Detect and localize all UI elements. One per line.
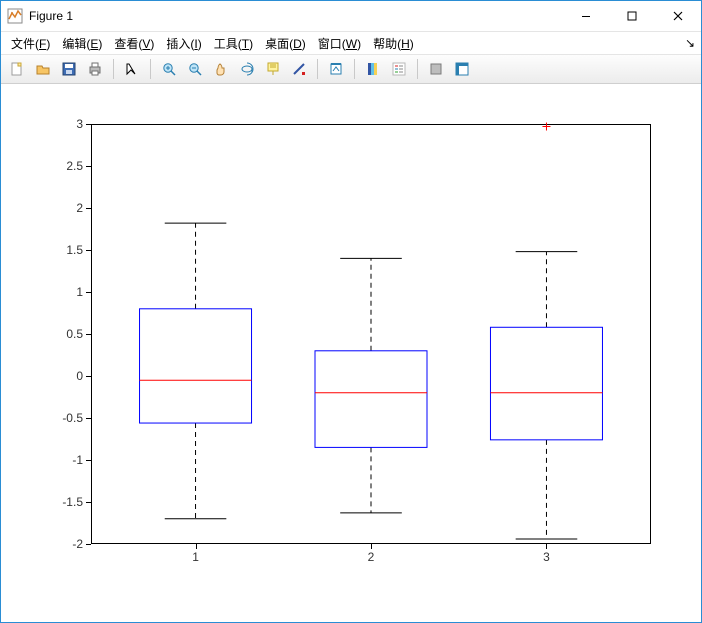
show-plot-tools-button[interactable] [450, 57, 474, 81]
menu-help-label: 帮助(H) [373, 37, 414, 51]
menu-window[interactable]: 窗口(W) [312, 33, 367, 54]
colorbar-button[interactable] [361, 57, 385, 81]
toolbar-separator [354, 59, 355, 79]
close-button[interactable] [655, 1, 701, 31]
dock-arrow-icon[interactable]: ↘ [685, 36, 695, 50]
maximize-button[interactable] [609, 1, 655, 31]
menu-bar: 文件(F) 编辑(E) 查看(V) 插入(I) 工具(T) 桌面(D) 窗口(W… [1, 32, 701, 55]
box [490, 327, 602, 440]
hide-plot-tools-button[interactable] [424, 57, 448, 81]
outlier-marker [542, 123, 550, 131]
menu-tools-label: 工具(T) [214, 37, 253, 51]
legend-button[interactable] [387, 57, 411, 81]
menu-tools[interactable]: 工具(T) [208, 33, 259, 54]
toolbar-separator [113, 59, 114, 79]
menu-view-label: 查看(V) [114, 37, 154, 51]
open-button[interactable] [31, 57, 55, 81]
new-figure-button[interactable] [5, 57, 29, 81]
menu-help[interactable]: 帮助(H) [367, 33, 420, 54]
print-button[interactable] [83, 57, 107, 81]
edit-plot-button[interactable] [120, 57, 144, 81]
menu-view[interactable]: 查看(V) [108, 33, 160, 54]
toolbar-separator [317, 59, 318, 79]
box [315, 351, 427, 448]
menu-edit-label: 编辑(E) [62, 37, 102, 51]
link-plot-button[interactable] [324, 57, 348, 81]
window-title: Figure 1 [29, 9, 73, 23]
menu-file[interactable]: 文件(F) [5, 33, 56, 54]
rotate-3d-button[interactable] [235, 57, 259, 81]
figure-area[interactable]: -2-1.5-1-0.500.511.522.53123 [1, 84, 701, 622]
menu-edit[interactable]: 编辑(E) [56, 33, 108, 54]
toolbar-separator [417, 59, 418, 79]
brush-button[interactable] [287, 57, 311, 81]
data-cursor-button[interactable] [261, 57, 285, 81]
zoom-out-button[interactable] [183, 57, 207, 81]
minimize-button[interactable] [563, 1, 609, 31]
menu-insert-label: 插入(I) [166, 37, 201, 51]
menu-file-label: 文件(F) [11, 37, 50, 51]
menu-insert[interactable]: 插入(I) [160, 33, 207, 54]
menu-window-label: 窗口(W) [318, 37, 361, 51]
save-button[interactable] [57, 57, 81, 81]
zoom-in-button[interactable] [157, 57, 181, 81]
menu-desktop-label: 桌面(D) [265, 37, 306, 51]
box [140, 309, 252, 423]
title-bar: Figure 1 [1, 1, 701, 32]
toolbar [1, 55, 701, 84]
figure-window: Figure 1 文件(F) 编辑(E) 查看(V) 插入(I) 工具(T) 桌… [0, 0, 702, 623]
toolbar-separator [150, 59, 151, 79]
app-icon [7, 8, 23, 24]
pan-button[interactable] [209, 57, 233, 81]
menu-desktop[interactable]: 桌面(D) [259, 33, 312, 54]
boxplot-svg [1, 84, 701, 623]
